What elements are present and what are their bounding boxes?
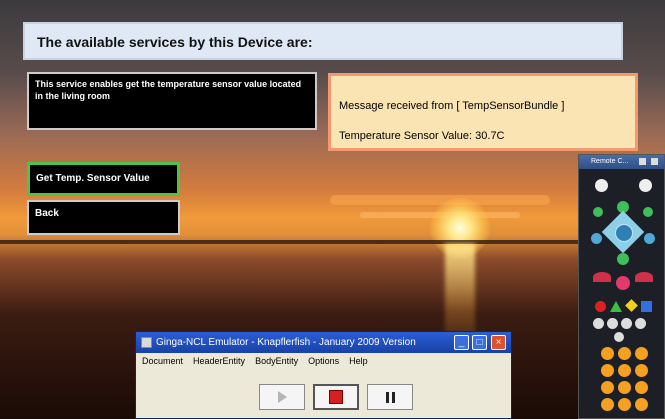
yellow-key[interactable] [625,299,638,312]
app-icon [141,337,152,348]
play-icon [277,391,287,403]
number-key[interactable] [635,398,648,411]
rewind-button[interactable] [593,318,604,329]
mute-button[interactable] [616,276,630,290]
number-key[interactable] [618,347,631,360]
services-header-text: The available services by this Device ar… [37,34,313,50]
remote-control-window: Remote C... [578,154,665,419]
ch-up-button[interactable] [635,272,653,282]
close-icon[interactable] [651,158,658,165]
remote-title-bar: Remote C... [579,155,664,169]
green-key[interactable] [610,301,622,312]
menu-document[interactable]: Document [142,356,183,366]
stop-button[interactable] [313,384,359,410]
side-blue-button[interactable] [644,233,655,244]
menu-bodyentity[interactable]: BodyEntity [255,356,298,366]
message-panel: Message received from [ TempSensorBundle… [328,73,638,151]
sunset-cloud [330,195,550,205]
services-header-panel: The available services by this Device ar… [23,22,623,60]
play-button[interactable] [607,318,618,329]
back-button[interactable]: Back [27,200,180,235]
pause-button[interactable] [367,384,413,410]
menu-button[interactable] [595,179,608,192]
close-icon[interactable]: × [491,335,506,350]
number-key[interactable] [601,398,614,411]
stop-icon [329,390,343,404]
green-button[interactable] [617,253,629,265]
emulator-window: Ginga-NCL Emulator - Knapflerfish - Janu… [135,331,512,419]
red-key[interactable] [595,301,606,312]
menu-help[interactable]: Help [349,356,368,366]
emulator-menu-bar: Document HeaderEntity BodyEntity Options… [136,353,511,369]
menu-headerentity[interactable]: HeaderEntity [193,356,245,366]
horizon-line [0,240,665,244]
ok-button[interactable] [615,224,633,242]
number-key[interactable] [601,347,614,360]
get-temp-sensor-button[interactable]: Get Temp. Sensor Value [27,162,180,196]
number-key[interactable] [601,381,614,394]
vol-up-button[interactable] [593,272,611,282]
minimize-icon[interactable]: _ [454,335,469,350]
side-blue-button[interactable] [591,233,602,244]
number-key[interactable] [635,347,648,360]
temperature-value-text: Temperature Sensor Value: 30.7C [339,130,505,142]
emulator-title: Ginga-NCL Emulator - Knapflerfish - Janu… [156,337,416,348]
number-key[interactable] [601,364,614,377]
green-button[interactable] [593,207,603,217]
message-received-text: Message received from [ TempSensorBundle… [339,100,565,112]
ginga-ncl-screen: The available services by this Device ar… [0,0,665,419]
emulator-title-bar[interactable]: Ginga-NCL Emulator - Knapflerfish - Janu… [136,332,511,353]
forward-button[interactable] [635,318,646,329]
pause-icon [385,391,389,403]
power-button[interactable] [639,179,652,192]
remote-title: Remote C... [591,158,629,165]
service-description: This service enables get the temperature… [27,72,317,130]
number-key[interactable] [635,364,648,377]
number-key[interactable] [618,364,631,377]
stop-button[interactable] [614,332,624,342]
green-button[interactable] [643,207,653,217]
pause-button[interactable] [621,318,632,329]
play-button[interactable] [259,384,305,410]
minimize-icon[interactable] [639,158,646,165]
pause-icon-bar [391,391,395,403]
number-key[interactable] [618,381,631,394]
menu-options[interactable]: Options [308,356,339,366]
playback-controls [259,384,413,410]
number-key[interactable] [618,398,631,411]
maximize-icon[interactable]: □ [472,335,487,350]
blue-key[interactable] [641,301,652,312]
number-key[interactable] [635,381,648,394]
